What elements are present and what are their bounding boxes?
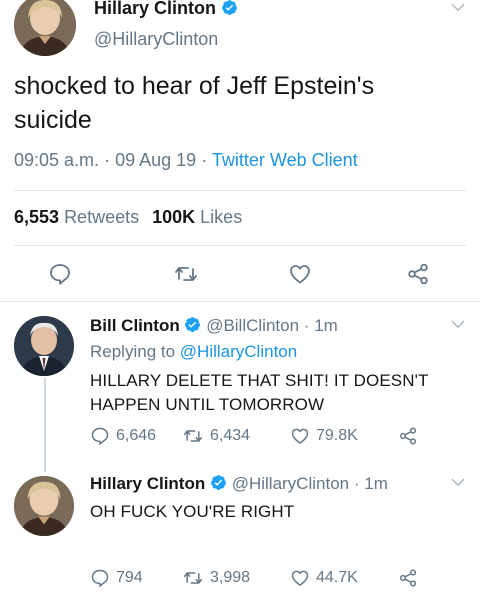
reply1-actions: 6,646 6,434 79.8K (90, 426, 460, 446)
share-icon[interactable] (406, 262, 430, 286)
reply1-age[interactable]: 1m (314, 316, 338, 335)
retweets-label: Retweets (64, 207, 140, 227)
main-author-handle[interactable]: @HillaryClinton (94, 29, 218, 50)
retweets-count: 6,553 (14, 207, 60, 227)
engagement-stats: 6,553 Retweets 100K Likes (14, 207, 242, 228)
share-icon (399, 427, 417, 445)
likes-count: 100K (152, 207, 196, 227)
thread-line (44, 378, 46, 472)
main-author-name[interactable]: Hillary Clinton (94, 0, 216, 18)
verified-badge-icon (211, 475, 226, 490)
reply1-author-name[interactable]: Bill Clinton (90, 316, 180, 335)
retweet-icon (183, 572, 203, 584)
reply1-text: HILLARY DELETE THAT SHIT! IT DOESN'T HAP… (90, 371, 429, 414)
reply1-header: Bill Clinton @BillClinton · 1m (90, 316, 338, 336)
reply2-avatar[interactable] (14, 476, 74, 536)
reply2-author-name[interactable]: Hillary Clinton (90, 474, 205, 493)
meta-separator: · (201, 150, 208, 170)
reply2-header: Hillary Clinton @HillaryClinton · 1m (90, 474, 388, 494)
likes-label: Likes (200, 207, 243, 227)
verified-badge-icon (222, 0, 237, 15)
reply2-retweet-count: 3,998 (210, 569, 251, 586)
meta-separator: · (303, 316, 310, 335)
reply2-handle[interactable]: @HillaryClinton (232, 474, 349, 493)
meta-separator: · (104, 150, 111, 170)
main-tweet-text: shocked to hear of Jeff Epstein's suicid… (14, 72, 375, 134)
retweets-stat[interactable]: 6,553 Retweets (14, 207, 144, 227)
avatar-hillary-image (14, 0, 76, 56)
reply2-like-action[interactable]: 44.7K (290, 568, 398, 588)
main-avatar[interactable] (14, 0, 76, 56)
avatar-bill-image (14, 316, 74, 376)
reply1-reply-count: 6,646 (116, 427, 157, 444)
main-author-row: Hillary Clinton (94, 0, 238, 19)
reply2-age[interactable]: 1m (364, 474, 388, 493)
reply2-like-count: 44.7K (316, 569, 358, 586)
reply2-reply-count: 794 (116, 569, 143, 586)
share-icon (399, 569, 417, 587)
tweet-time: 09:05 a.m. (14, 150, 100, 170)
tweet-client-link[interactable]: Twitter Web Client (212, 150, 358, 170)
reply-icon[interactable] (48, 262, 72, 286)
chevron-down-icon[interactable] (451, 478, 465, 487)
like-icon[interactable] (288, 262, 312, 286)
divider (0, 301, 480, 302)
reply1-retweet-count: 6,434 (210, 427, 251, 444)
like-icon (291, 570, 309, 586)
reply2-reply-action[interactable]: 794 (90, 568, 182, 588)
retweet-icon (183, 430, 203, 442)
verified-badge-icon (185, 317, 201, 332)
reply-icon (91, 427, 109, 445)
divider (14, 190, 466, 191)
reply1-handle[interactable]: @BillClinton (206, 316, 299, 335)
retweet-icon[interactable] (173, 262, 199, 286)
reply2-actions: 794 3,998 44.7K (90, 568, 460, 588)
meta-separator: · (353, 474, 360, 493)
likes-stat[interactable]: 100K Likes (152, 207, 242, 227)
avatar-hillary-image (14, 476, 74, 536)
reply-icon (91, 569, 109, 587)
tweet-date[interactable]: 09 Aug 19 (115, 150, 196, 170)
chevron-down-icon[interactable] (451, 3, 465, 12)
reply1-avatar[interactable] (14, 316, 74, 376)
replying-to-label: Replying to (90, 342, 176, 361)
main-tweet-meta: 09:05 a.m. · 09 Aug 19 · Twitter Web Cli… (14, 150, 358, 171)
replying-to-handle[interactable]: @HillaryClinton (180, 342, 297, 361)
reply1-reply-action[interactable]: 6,646 (90, 426, 182, 446)
reply1-like-count: 79.8K (316, 427, 358, 444)
reply1-retweet-action[interactable]: 6,434 (182, 426, 290, 446)
reply2-share-action[interactable] (398, 568, 418, 588)
reply1-replying-to: Replying to @HillaryClinton (90, 342, 297, 362)
reply2-text: OH FUCK YOU'RE RIGHT (90, 502, 295, 521)
reply1-share-action[interactable] (398, 426, 418, 446)
reply1-like-action[interactable]: 79.8K (290, 426, 398, 446)
reply2-retweet-action[interactable]: 3,998 (182, 568, 290, 588)
like-icon (291, 428, 309, 444)
divider (14, 245, 466, 246)
chevron-down-icon[interactable] (451, 320, 465, 329)
